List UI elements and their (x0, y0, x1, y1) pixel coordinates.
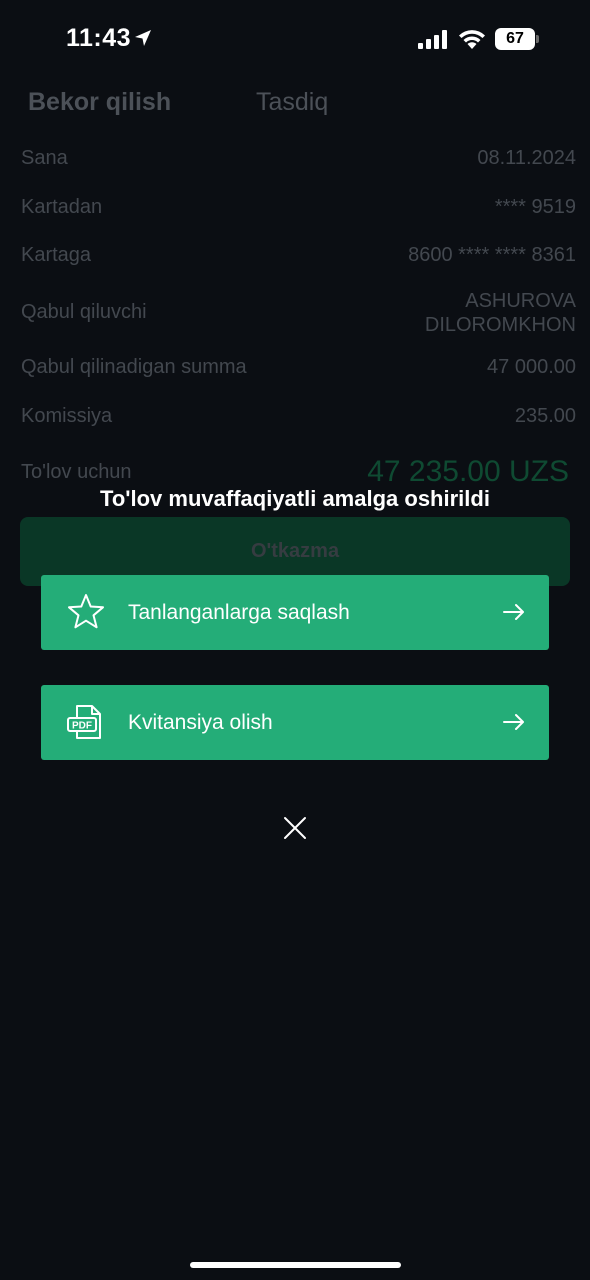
total-amount: 47 235.00 UZS (367, 455, 569, 488)
row-recipient: Qabul qiluvchi ASHUROVA DILOROMKHON (21, 290, 576, 340)
save-to-favorites-label: Tanlanganlarga saqlash (128, 600, 350, 624)
row-label: Qabul qiluvchi (21, 301, 147, 323)
arrow-right-icon (503, 604, 524, 620)
arrow-right-icon (503, 714, 524, 730)
payment-success-screen: 11:43 67 Bekor qilish Tasdiq Sana 08.11.… (0, 0, 590, 1280)
row-label: Kartadan (21, 196, 103, 218)
row-label: To'lov uchun (21, 461, 132, 483)
row-label: Komissiya (21, 405, 113, 427)
save-to-favorites-button[interactable]: Tanlanganlarga saqlash (41, 575, 549, 650)
recipient-name-line1: ASHUROVA (465, 290, 576, 312)
pdf-icon-text: PDF (72, 721, 92, 732)
get-receipt-label: Kvitansiya olish (128, 710, 273, 734)
row-value: 235.00 (514, 405, 576, 427)
row-label: Qabul qilinadigan summa (21, 356, 247, 378)
star-icon (68, 594, 104, 629)
close-icon[interactable] (283, 816, 307, 840)
home-indicator[interactable] (190, 1262, 401, 1268)
row-value: 08.11.2024 (477, 147, 576, 169)
success-title: To'lov muvaffaqiyatli amalga oshirildi (100, 486, 490, 511)
tab-cancel: Bekor qilish (28, 88, 172, 116)
row-value: **** 9519 (494, 196, 576, 218)
tab-confirm: Tasdiq (256, 88, 329, 116)
row-label: Kartaga (21, 244, 92, 266)
row-value: 8600 **** **** 8361 (408, 244, 576, 266)
top-tabs: Bekor qilish Tasdiq (28, 88, 562, 120)
recipient-name-line2: DILOROMKHON (424, 314, 576, 336)
get-receipt-button[interactable]: PDF Kvitansiya olish (41, 685, 549, 760)
row-label: Sana (21, 147, 68, 169)
pdf-file-icon: PDF (67, 705, 101, 739)
row-value: 47 000.00 (487, 356, 576, 378)
